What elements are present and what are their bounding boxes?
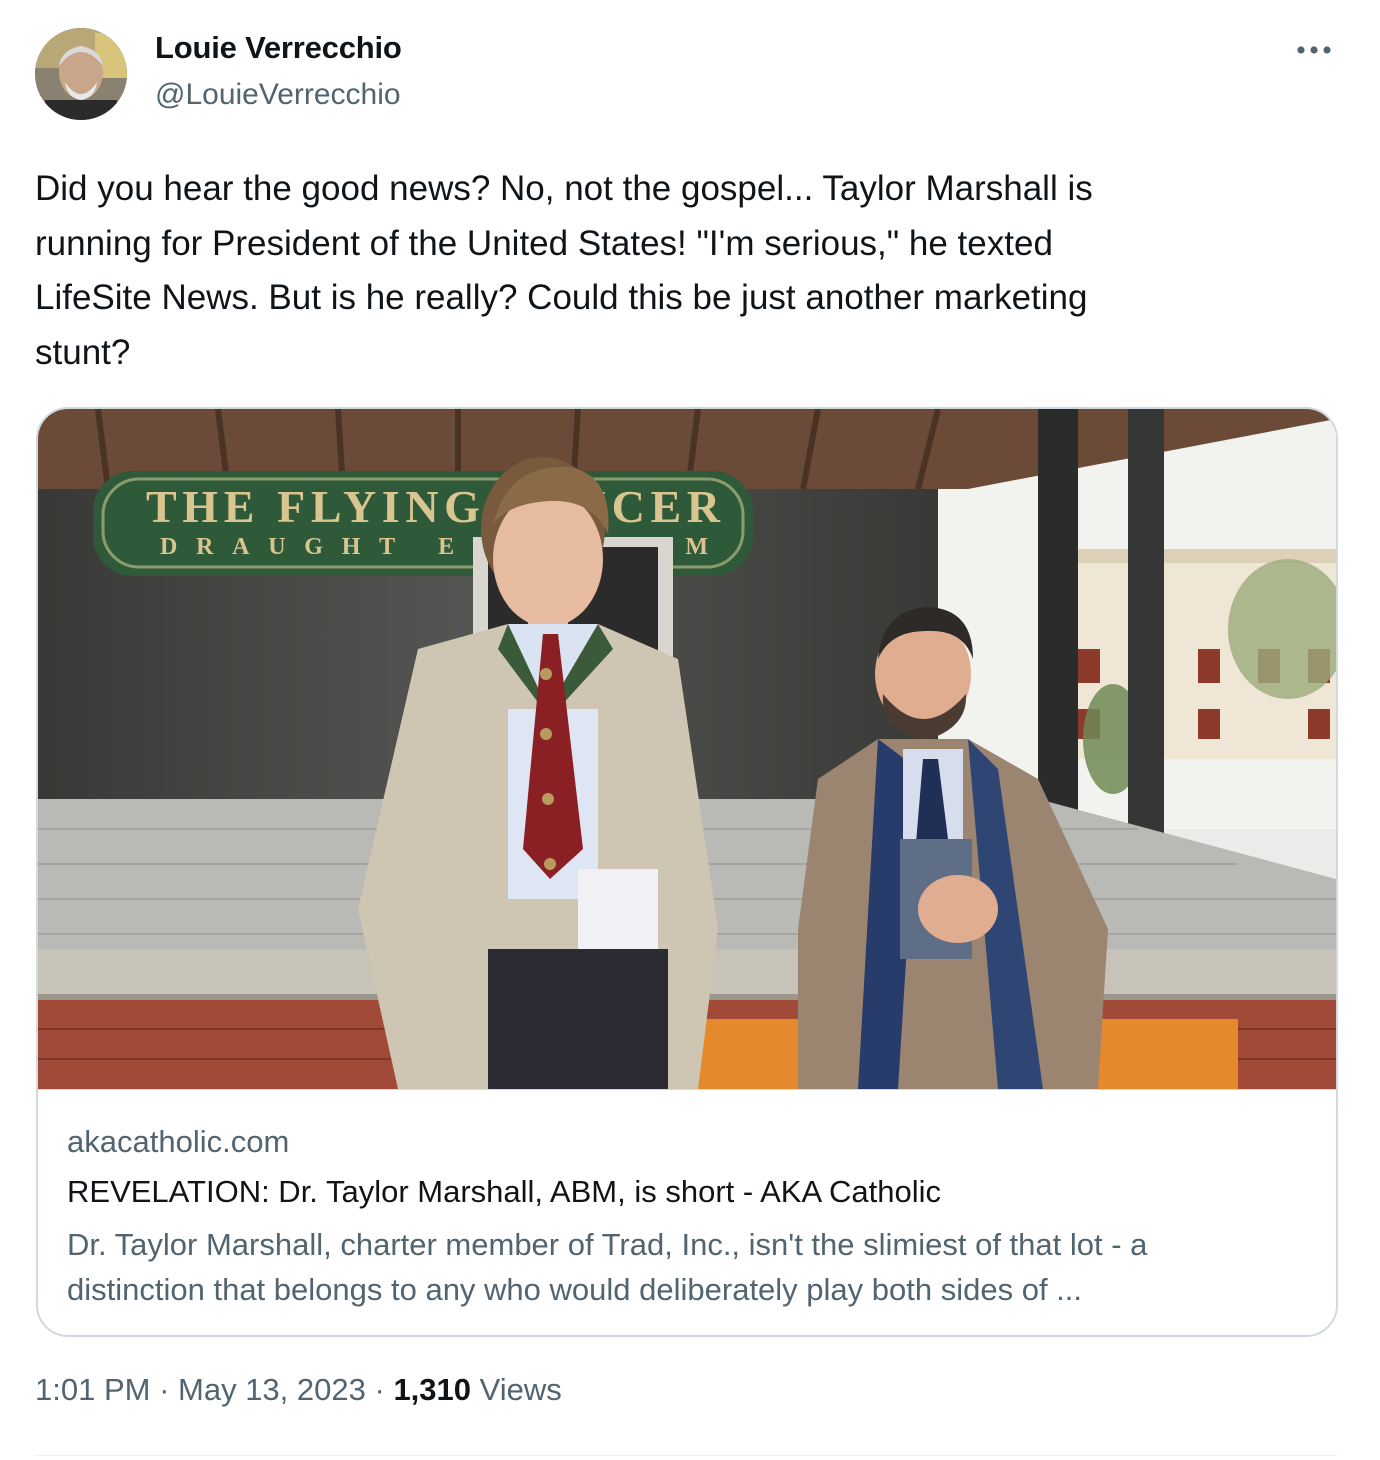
- card-domain[interactable]: akacatholic.com: [67, 1124, 289, 1160]
- divider: [35, 1455, 1337, 1456]
- tweet-date[interactable]: May 13, 2023: [178, 1372, 366, 1407]
- tweet-container: Louie Verrecchio @LouieVerrecchio Did yo…: [0, 0, 1380, 1460]
- author-handle[interactable]: @LouieVerrecchio: [155, 78, 401, 112]
- tweet-timestamp-row: 1:01 PM · May 13, 2023 · 1,310 Views: [35, 1372, 562, 1408]
- tweet-time[interactable]: 1:01 PM: [35, 1372, 150, 1407]
- more-horizontal-icon: [1297, 46, 1331, 54]
- author-name[interactable]: Louie Verrecchio: [155, 30, 402, 66]
- separator: ·: [365, 1372, 394, 1407]
- sign-text: THE FLYING SAUCER: [146, 481, 726, 532]
- card-image[interactable]: THE FLYING SAUCER DRAUGHT EMPORIUM: [38, 409, 1336, 1089]
- views-label: Views: [471, 1372, 562, 1407]
- more-options-button[interactable]: [1290, 30, 1338, 70]
- card-meta[interactable]: akacatholic.com REVELATION: Dr. Taylor M…: [38, 1089, 1336, 1335]
- views-count: 1,310: [393, 1372, 472, 1407]
- author-avatar[interactable]: [35, 28, 127, 120]
- card-title[interactable]: REVELATION: Dr. Taylor Marshall, ABM, is…: [67, 1174, 941, 1210]
- link-preview-card[interactable]: THE FLYING SAUCER DRAUGHT EMPORIUM: [36, 407, 1338, 1337]
- separator: ·: [150, 1372, 179, 1407]
- tweet-text: Did you hear the good news? No, not the …: [35, 169, 1093, 372]
- card-description: Dr. Taylor Marshall, charter member of T…: [67, 1227, 1148, 1307]
